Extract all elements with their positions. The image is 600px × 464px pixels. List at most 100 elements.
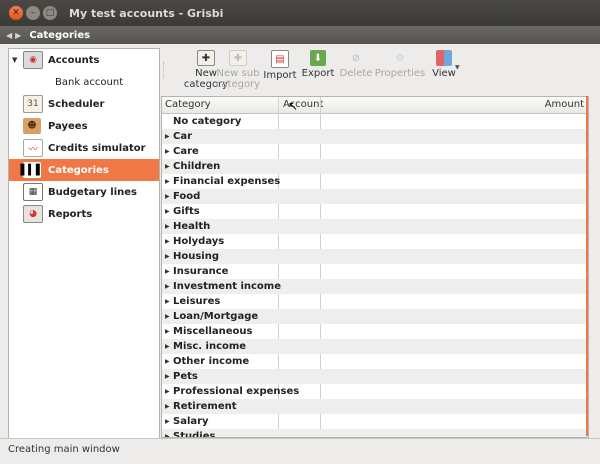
new-sub-category-button[interactable]: ✚ New sub category	[213, 50, 263, 90]
category-name: No category	[173, 116, 242, 127]
close-icon[interactable]: ✕	[9, 6, 23, 20]
status-bar: Creating main window	[0, 438, 600, 464]
expander-icon[interactable]: ▶	[165, 354, 170, 369]
sidebar-item-label: Credits simulator	[48, 142, 146, 154]
sidebar-item-reports[interactable]: ◕ Reports	[9, 203, 159, 225]
expander-icon[interactable]: ▶	[165, 234, 170, 249]
table-row[interactable]: ▶ Salary	[162, 414, 588, 429]
sidebar-item-label: Reports	[48, 208, 93, 220]
table-row[interactable]: ▶ Studies	[162, 429, 588, 437]
scrollbar[interactable]	[586, 96, 588, 436]
maximize-icon[interactable]: □	[43, 6, 57, 20]
budget-icon: ▦	[23, 183, 43, 201]
sidebar-item-label: Scheduler	[48, 98, 105, 110]
button-label: Delete	[339, 68, 373, 79]
new-sub-category-icon: ✚	[229, 50, 247, 66]
table-row[interactable]: No category	[162, 114, 588, 129]
properties-button[interactable]: ⚙ Properties	[374, 50, 426, 90]
table-row[interactable]: ▶ Loan/Mortgage	[162, 309, 588, 324]
expander-icon[interactable]: ▶	[165, 249, 170, 264]
view-icon	[436, 50, 452, 66]
category-name: Loan/Mortgage	[173, 311, 259, 322]
status-text: Creating main window	[8, 444, 120, 455]
expander-icon[interactable]: ▶	[165, 279, 170, 294]
table-row[interactable]: ▶ Investment income	[162, 279, 588, 294]
button-label: Properties	[374, 68, 426, 79]
category-name: Pets	[173, 371, 198, 382]
sidebar-item-scheduler[interactable]: 31 Scheduler	[9, 93, 159, 115]
sidebar-item-label: Categories	[48, 164, 109, 176]
expander-icon[interactable]: ▶	[165, 429, 170, 437]
expander-icon[interactable]: ▶	[165, 414, 170, 429]
expander-icon[interactable]: ▶	[165, 144, 170, 159]
categories-tree[interactable]: Category Account Amount No category ▶ Car ▶…	[161, 96, 589, 438]
category-name: Care	[173, 146, 199, 157]
expander-icon[interactable]: ▶	[165, 264, 170, 279]
table-row[interactable]: ▶ Gifts	[162, 204, 588, 219]
forward-arrow-icon[interactable]: ▶	[15, 31, 21, 40]
expander-icon[interactable]: ▶	[165, 129, 170, 144]
properties-icon: ⚙	[395, 52, 405, 64]
category-name: Leisures	[173, 296, 221, 307]
back-arrow-icon[interactable]: ◀	[6, 31, 12, 40]
category-name: Salary	[173, 416, 209, 427]
import-button[interactable]: ▤ Import	[263, 50, 297, 90]
expander-icon[interactable]: ▶	[165, 324, 170, 339]
minimize-icon[interactable]: –	[26, 6, 40, 20]
category-name: Other income	[173, 356, 250, 367]
accounts-icon: ◉	[23, 51, 43, 69]
table-row[interactable]: ▶ Housing	[162, 249, 588, 264]
table-row[interactable]: ▶ Insurance	[162, 264, 588, 279]
app-window: ✕ – □ My test accounts - Grisbi ◀ ▶ Cate…	[0, 0, 600, 464]
import-icon: ▤	[271, 50, 289, 68]
expander-icon[interactable]: ▶	[165, 369, 170, 384]
expander-icon[interactable]: ▶	[165, 174, 170, 189]
expander-icon[interactable]: ▶	[165, 339, 170, 354]
toolbar-separator	[163, 62, 166, 78]
column-header-amount[interactable]: Amount	[322, 97, 584, 113]
expander-icon[interactable]: ▶	[165, 309, 170, 324]
sidebar-item-credits-simulator[interactable]: 〰 Credits simulator	[9, 137, 159, 159]
table-row[interactable]: ▶ Children	[162, 159, 588, 174]
chart-icon: 〰	[23, 139, 43, 157]
payees-icon: ☻	[23, 118, 41, 134]
mouse-cursor-icon: ↖	[288, 99, 299, 113]
sidebar-item-categories[interactable]: ▌▍▌ Categories	[9, 159, 159, 181]
category-name: Retirement	[173, 401, 237, 412]
table-row[interactable]: ▶ Car	[162, 129, 588, 144]
button-label: Import	[263, 70, 297, 81]
title-bar: ✕ – □ My test accounts - Grisbi	[0, 0, 600, 26]
table-row[interactable]: ▶ Leisures	[162, 294, 588, 309]
table-row[interactable]: ▶ Care	[162, 144, 588, 159]
table-row[interactable]: ▶ Food	[162, 189, 588, 204]
table-row[interactable]: ▶ Financial expenses	[162, 174, 588, 189]
table-row[interactable]: ▶ Holydays	[162, 234, 588, 249]
table-row[interactable]: ▶ Miscellaneous	[162, 324, 588, 339]
table-row[interactable]: ▶ Pets	[162, 369, 588, 384]
table-row[interactable]: ▶ Health	[162, 219, 588, 234]
table-row[interactable]: ▶ Professional expenses	[162, 384, 588, 399]
expander-icon[interactable]: ▶	[165, 219, 170, 234]
sidebar-item-budgetary-lines[interactable]: ▦ Budgetary lines	[9, 181, 159, 203]
table-row[interactable]: ▶ Other income	[162, 354, 588, 369]
view-dropdown-icon[interactable]: ▼	[455, 64, 460, 71]
export-icon: ⬇	[310, 50, 326, 66]
sidebar-item-bank-account[interactable]: Bank account	[9, 71, 159, 93]
table-row[interactable]: ▶ Retirement	[162, 399, 588, 414]
column-header-category[interactable]: Category	[165, 97, 211, 113]
delete-button[interactable]: ⊘ Delete	[339, 50, 373, 90]
export-button[interactable]: ⬇ Export	[301, 50, 335, 90]
sidebar-item-payees[interactable]: ☻ Payees	[9, 115, 159, 137]
table-row[interactable]: ▶ Misc. income	[162, 339, 588, 354]
expander-icon[interactable]: ▼	[12, 56, 17, 64]
category-name: Investment income	[173, 281, 282, 292]
expander-icon[interactable]: ▶	[165, 384, 170, 399]
sidebar: ▼ ◉ Accounts Bank account 31 Scheduler ☻…	[8, 48, 160, 439]
expander-icon[interactable]: ▶	[165, 204, 170, 219]
expander-icon[interactable]: ▶	[165, 159, 170, 174]
expander-icon[interactable]: ▶	[165, 294, 170, 309]
sidebar-item-accounts[interactable]: ▼ ◉ Accounts	[9, 49, 159, 71]
expander-icon[interactable]: ▶	[165, 399, 170, 414]
expander-icon[interactable]: ▶	[165, 189, 170, 204]
category-name: Misc. income	[173, 341, 247, 352]
